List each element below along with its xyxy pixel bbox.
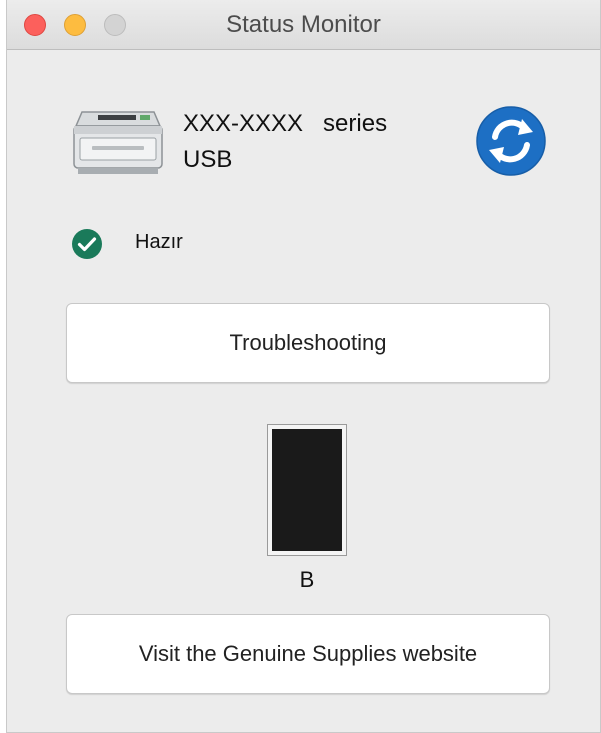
- toner-fill: [272, 429, 342, 551]
- check-circle-icon: [72, 229, 102, 259]
- title-bar: Status Monitor: [7, 0, 600, 50]
- status-text: Hazır: [135, 231, 183, 253]
- visit-supplies-website-button[interactable]: Visit the Genuine Supplies website: [66, 614, 550, 694]
- device-connection-type: USB: [183, 146, 233, 173]
- window-title: Status Monitor: [226, 11, 381, 38]
- status-monitor-window: Status Monitor XXX-XXXX series USB Hazır…: [6, 0, 601, 733]
- troubleshooting-button[interactable]: Troubleshooting: [66, 303, 550, 383]
- toner-label: B: [299, 567, 315, 592]
- refresh-button[interactable]: [475, 105, 547, 177]
- toner-level-indicator: [267, 424, 347, 556]
- printer-icon: [73, 111, 163, 174]
- device-model-name: XXX-XXXX series: [183, 110, 388, 137]
